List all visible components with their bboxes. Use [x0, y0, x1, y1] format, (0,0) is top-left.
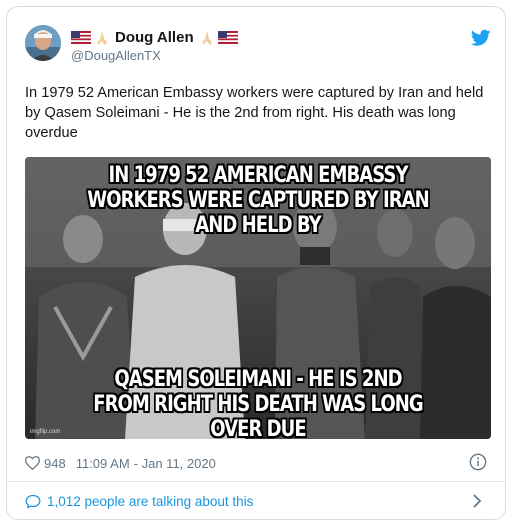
meme-top-caption: IN 1979 52 AMERICAN EMBASSY WORKERS WERE…: [67, 163, 449, 238]
conversation-label[interactable]: 1,012 people are talking about this: [47, 494, 253, 509]
tweet-text: In 1979 52 American Embassy workers were…: [25, 85, 484, 141]
tweet-card: Doug Allen @DougAllenTX In 1979 52 Ameri…: [6, 6, 506, 520]
chevron-right-icon[interactable]: [471, 493, 483, 509]
watermark: imgflip.com: [30, 429, 61, 435]
info-icon[interactable]: [469, 453, 487, 471]
speech-bubble-icon: [25, 494, 41, 509]
meme-bottom-line-1: QASEM SOLEIMANI - HE IS 2ND: [114, 367, 402, 392]
tweet-time[interactable]: 11:09 AM: [76, 456, 130, 471]
flag-us-icon: [71, 31, 91, 44]
heart-icon: [25, 456, 40, 470]
praying-hands-icon: [201, 30, 212, 45]
display-name[interactable]: Doug Allen: [115, 29, 194, 46]
name-row[interactable]: Doug Allen: [71, 29, 238, 46]
tweet-date[interactable]: - Jan 11, 2020: [134, 456, 216, 471]
meme-top-line-1: IN 1979 52 AMERICAN EMBASSY: [108, 163, 408, 188]
user-handle[interactable]: @DougAllenTX: [71, 48, 161, 63]
conversation-link[interactable]: 1,012 people are talking about this: [25, 490, 491, 512]
twitter-bird-icon[interactable]: [471, 29, 491, 47]
tweet-media[interactable]: IN 1979 52 AMERICAN EMBASSY WORKERS WERE…: [25, 157, 491, 439]
tweet-header: Doug Allen @DougAllenTX: [25, 25, 491, 77]
meme-bottom-line-2: FROM RIGHT HIS DEATH WAS LONG OVER DUE: [93, 392, 423, 439]
meme-bottom-caption: QASEM SOLEIMANI - HE IS 2ND FROM RIGHT H…: [67, 367, 449, 439]
meme-top-line-2: WORKERS WERE CAPTURED BY IRAN AND HELD B…: [87, 188, 429, 238]
divider: [7, 481, 505, 482]
tweet-meta: 948 11:09 AM - Jan 11, 2020: [25, 453, 491, 473]
praying-hands-icon: [97, 30, 107, 45]
like-count: 948: [44, 455, 66, 471]
avatar[interactable]: [25, 25, 61, 61]
like-button[interactable]: 948: [25, 456, 66, 471]
flag-us-icon: [217, 31, 238, 44]
